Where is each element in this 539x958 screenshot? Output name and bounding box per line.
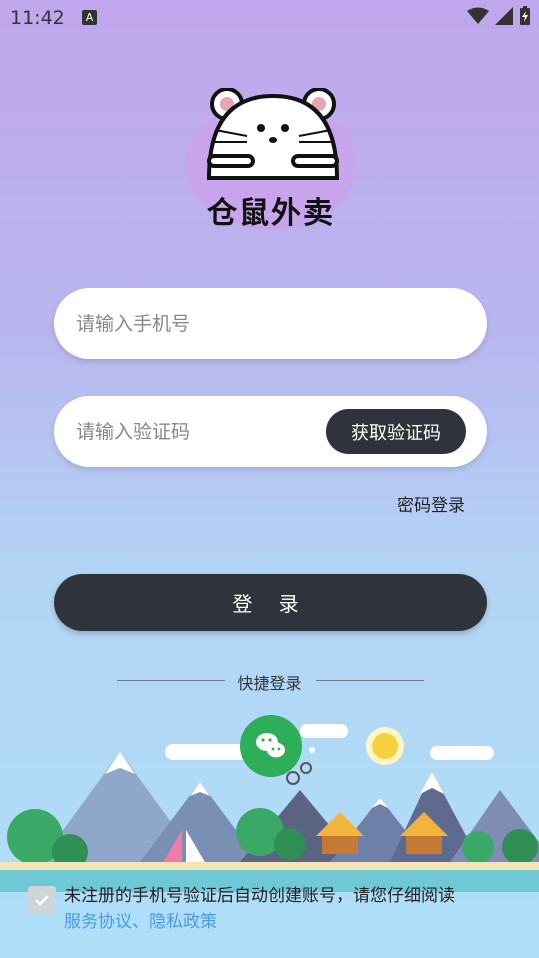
quick-login-divider: 快捷登录: [0, 670, 539, 693]
battery-icon: [520, 6, 530, 25]
login-button[interactable]: 登 录: [54, 574, 487, 631]
status-bar: 11:42 A: [0, 0, 539, 36]
brand-text: 仓鼠外卖: [207, 196, 335, 231]
status-time: 11:42: [10, 7, 65, 29]
agreement-text: 未注册的手机号验证后自动创建账号，请您仔细阅读: [64, 886, 455, 906]
code-input[interactable]: [76, 396, 326, 467]
quick-login-label: 快捷登录: [237, 674, 302, 693]
agreement-links[interactable]: 服务协议、隐私政策: [64, 909, 217, 935]
phone-input[interactable]: [76, 288, 326, 359]
app-logo: 仓鼠外卖: [185, 88, 357, 233]
code-field: 获取验证码: [54, 396, 487, 467]
get-code-button[interactable]: 获取验证码: [326, 409, 466, 454]
signal-icon: [495, 7, 513, 25]
check-icon: [35, 895, 49, 906]
phone-field: [54, 288, 487, 359]
wechat-icon: [256, 733, 285, 758]
wifi-icon: [467, 7, 489, 24]
status-icons: [467, 6, 531, 26]
wechat-login-button[interactable]: [240, 715, 302, 777]
notification-icon: A: [82, 10, 97, 25]
hamster-icon: [206, 88, 340, 180]
agreement-checkbox[interactable]: [28, 886, 56, 914]
password-login-link[interactable]: 密码登录: [397, 491, 465, 516]
divider-line-right: [316, 680, 424, 681]
